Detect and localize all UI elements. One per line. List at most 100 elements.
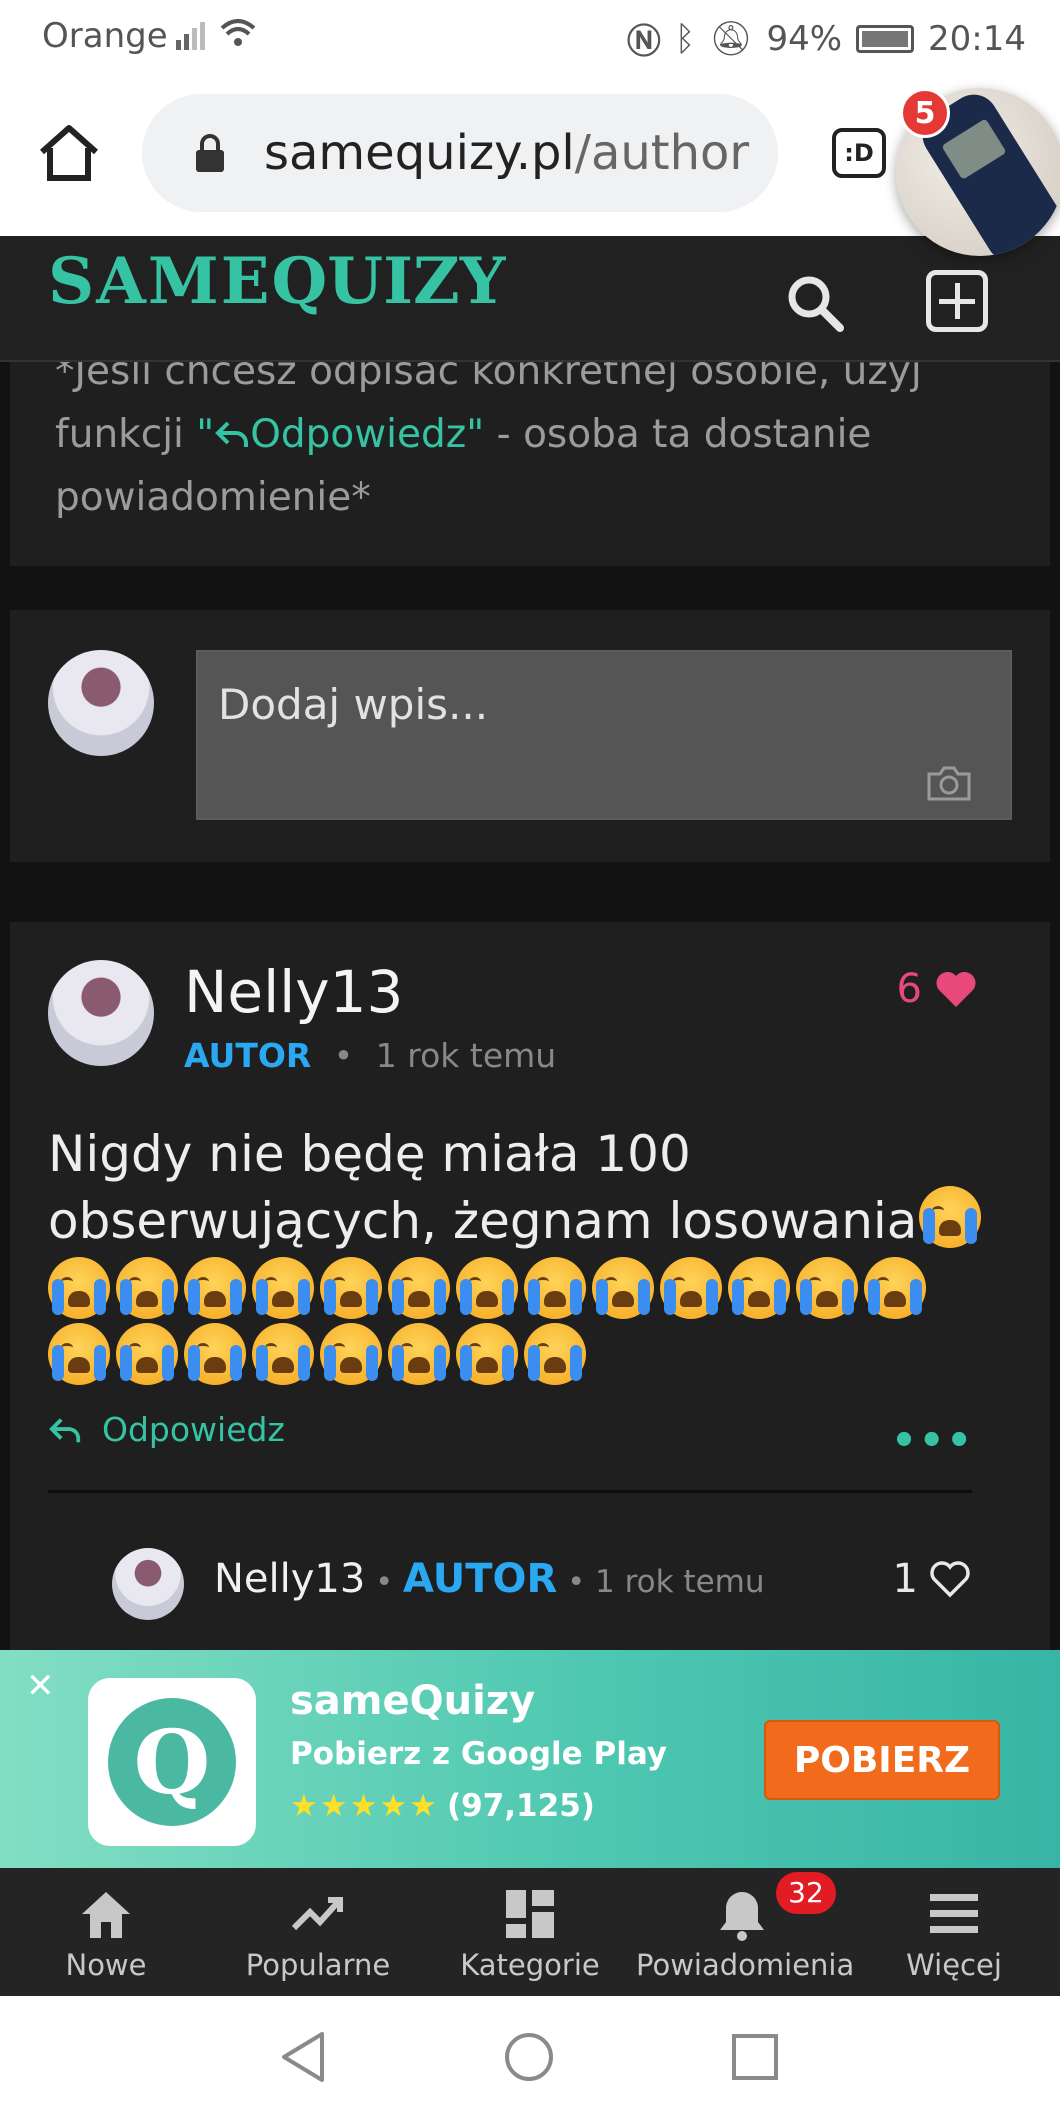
home-circle-icon[interactable] [502, 2030, 556, 2084]
nav-item-popularne[interactable]: Popularne [212, 1868, 424, 1996]
crying-emoji-icon [456, 1257, 518, 1319]
star-icon: ★★★★★ [290, 1788, 439, 1824]
nav-item-powiadomienia[interactable]: 32 Powiadomienia [636, 1868, 854, 1996]
nav-item-nowe[interactable]: Nowe [0, 1868, 212, 1996]
laughing-emoji-icon [919, 1186, 982, 1248]
status-right: Ⓝ ᛒ 🔕︎ 94% 20:14 [627, 14, 1026, 63]
app-icon[interactable]: Q [88, 1678, 256, 1846]
notice-quote-close: " [466, 412, 485, 457]
notice-text: *Jeśli chcesz odpisać konkretnej osobie,… [55, 340, 1015, 529]
home-icon [82, 1892, 130, 1938]
crying-emoji-icon [252, 1257, 314, 1319]
signal-wifi-icon [176, 19, 256, 50]
status-bar: Orange Ⓝ ᛒ 🔕︎ 94% 20:14 [0, 0, 1060, 72]
notice-quote-open: " [196, 412, 215, 457]
reply-time: 1 rok temu [595, 1564, 765, 1600]
reply-label: Odpowiedz [102, 1410, 285, 1449]
like-count: 6 [896, 966, 922, 1012]
crying-emoji-icon [48, 1323, 110, 1385]
author-badge: AUTOR [184, 1036, 312, 1075]
menu-icon [930, 1894, 978, 1933]
app-install-banner: ✕ Q sameQuizy Pobierz z Google Play ★★★★… [0, 1650, 1060, 1868]
crying-emoji-icon [320, 1257, 382, 1319]
crying-emoji-icon [592, 1257, 654, 1319]
tab-switcher-button[interactable]: :D [832, 128, 886, 178]
crying-emoji-icon [388, 1323, 450, 1385]
site-logo[interactable]: SAMEQUIZY [48, 244, 505, 319]
logo-part1: SAME [48, 244, 272, 319]
battery-icon [856, 24, 915, 53]
nav-item-wiecej[interactable]: Więcej [848, 1868, 1060, 1996]
crying-emoji-icon [184, 1257, 246, 1319]
comment-notice: *Jeśli chcesz odpisać konkretnej osobie,… [10, 340, 1050, 566]
bell-icon [720, 1892, 764, 1941]
home-icon[interactable] [36, 120, 102, 186]
entry-input[interactable]: Dodaj wpis... [196, 650, 1012, 820]
search-icon[interactable] [784, 272, 846, 334]
avatar [48, 650, 154, 756]
app-rating: ★★★★★ (97,125) [290, 1788, 595, 1824]
nav-item-kategorie[interactable]: Kategorie [424, 1868, 636, 1996]
reply-separator-2: • [567, 1565, 586, 1600]
site-header: SAMEQUIZY [0, 236, 1060, 362]
notification-badge: 32 [776, 1872, 836, 1914]
reply-arrow-icon [215, 421, 249, 447]
reply-header: Nelly13 • AUTOR • 1 rok temu [214, 1556, 765, 1602]
carrier-name: Orange [42, 16, 168, 56]
back-icon[interactable] [278, 2030, 328, 2084]
trending-icon [291, 1897, 343, 1931]
reply-like-count: 1 [892, 1556, 918, 1602]
nav-label: Kategorie [460, 1948, 600, 1982]
nav-label: Więcej [906, 1948, 1002, 1982]
bottom-navigation: Nowe Popularne Kategorie 32 Powiadomieni… [0, 1868, 1060, 1996]
comment-meta: AUTOR • 1 rok temu [184, 1036, 556, 1075]
comment-author[interactable]: Nelly13 [184, 958, 403, 1026]
crying-emoji-icon [456, 1323, 518, 1385]
reply-arrow-icon [49, 1417, 81, 1442]
crying-emoji-icon [660, 1257, 722, 1319]
recents-icon[interactable] [730, 2030, 780, 2084]
nfc-icon: Ⓝ [626, 22, 661, 62]
crying-emoji-icon [320, 1323, 382, 1385]
avatar[interactable] [48, 960, 154, 1066]
battery-percent: 94% [766, 18, 843, 59]
app-subtitle: Pobierz z Google Play [290, 1736, 668, 1772]
camera-icon[interactable] [926, 764, 972, 802]
close-icon[interactable]: ✕ [26, 1666, 55, 1706]
dashboard-icon [506, 1890, 554, 1938]
comment-text: Nigdy nie będę miała 100 obserwujących, … [48, 1122, 1008, 1385]
nav-label: Popularne [245, 1948, 391, 1982]
crying-emoji-icon [728, 1257, 790, 1319]
url-text: samequizy.pl/author [264, 125, 749, 181]
mute-icon: 🔕︎ [709, 18, 753, 59]
download-button[interactable]: POBIERZ [764, 1720, 1000, 1800]
entry-placeholder: Dodaj wpis... [218, 680, 489, 729]
clock: 20:14 [928, 18, 1026, 59]
reply-avatar[interactable] [112, 1548, 184, 1620]
reply-author[interactable]: Nelly13 [214, 1556, 365, 1602]
reply-like-button[interactable]: 1 [893, 1556, 972, 1602]
lock-icon [196, 134, 224, 172]
crying-emoji-icon [116, 1257, 178, 1319]
comment-divider [48, 1490, 972, 1493]
system-navigation-bar [0, 1996, 1060, 2120]
url-bar[interactable]: samequizy.pl/author [142, 94, 778, 212]
more-options-button[interactable]: ••• [891, 1418, 974, 1464]
nav-label: Nowe [65, 1948, 147, 1982]
reply-button[interactable]: Odpowiedz [48, 1410, 285, 1449]
crying-emoji-icon [524, 1323, 586, 1385]
new-entry-card: Dodaj wpis... [10, 610, 1050, 862]
crying-emoji-icon [388, 1257, 450, 1319]
emoji-row-2 [48, 1323, 1008, 1385]
like-button[interactable]: 6 [897, 966, 978, 1012]
crying-emoji-icon [864, 1257, 926, 1319]
logo-part2: QUIZY [271, 244, 506, 319]
add-quiz-icon[interactable] [926, 270, 988, 332]
reply-author-badge: AUTOR [403, 1556, 558, 1602]
comment-card: Nelly13 AUTOR • 1 rok temu 6 Nigdy nie b… [10, 922, 1050, 1650]
heart-outline-icon [930, 1561, 970, 1598]
crying-emoji-icon [116, 1323, 178, 1385]
crying-emoji-icon [252, 1323, 314, 1385]
app-title: sameQuizy [290, 1678, 536, 1724]
url-domain: samequizy.pl [264, 125, 575, 181]
